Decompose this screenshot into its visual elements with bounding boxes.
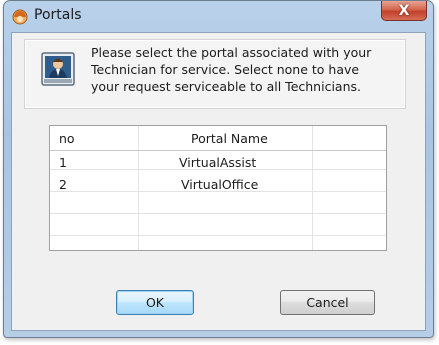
- row-1-portal-name[interactable]: VirtualAssist: [179, 155, 256, 170]
- close-icon: X: [398, 2, 410, 19]
- column-header-portal-name[interactable]: Portal Name: [191, 131, 268, 146]
- title-bar[interactable]: Portals X: [4, 1, 433, 31]
- window-title: Portals: [34, 7, 82, 23]
- row-divider: [50, 235, 386, 236]
- ok-button[interactable]: OK: [116, 290, 194, 315]
- row-1-no[interactable]: 1: [59, 155, 67, 170]
- close-button[interactable]: X: [381, 1, 427, 21]
- column-divider: [312, 126, 313, 250]
- column-header-no[interactable]: no: [59, 131, 75, 146]
- portal-app-icon: [12, 9, 28, 25]
- info-panel: Please select the portal associated with…: [24, 39, 406, 109]
- technician-icon: [41, 52, 75, 86]
- portal-table[interactable]: no Portal Name 1 VirtualAssist 2 Virtual…: [49, 125, 387, 251]
- column-divider: [138, 126, 139, 250]
- info-message: Please select the portal associated with…: [91, 45, 372, 94]
- cancel-button[interactable]: Cancel: [280, 290, 375, 315]
- row-2-no[interactable]: 2: [59, 177, 67, 192]
- row-divider: [50, 213, 386, 214]
- header-divider: [50, 150, 386, 151]
- row-2-portal-name[interactable]: VirtualOffice: [181, 177, 258, 192]
- portals-dialog: Portals X Please select the portal assoc…: [3, 0, 434, 338]
